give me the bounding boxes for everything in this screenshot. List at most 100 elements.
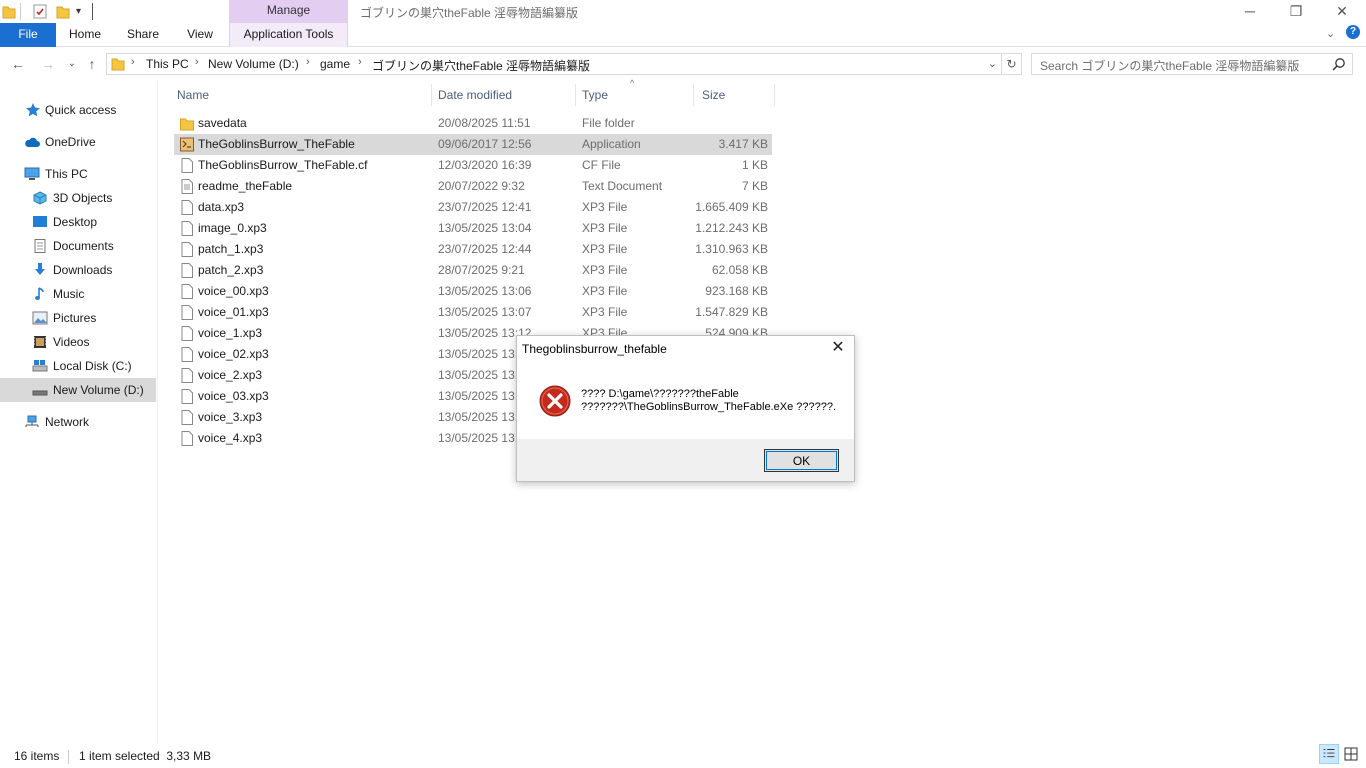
separator	[68, 750, 69, 764]
file-date: 23/07/2025 12:41	[438, 200, 532, 214]
file-date: 20/08/2025 11:51	[438, 116, 531, 130]
file-type: XP3 File	[582, 221, 628, 235]
tab-manage[interactable]: Manage	[229, 0, 348, 23]
sidebar-item-network[interactable]: Network	[0, 410, 156, 434]
file-type: XP3 File	[582, 284, 628, 298]
file-icon	[180, 389, 194, 404]
column-header-size[interactable]: Size	[698, 84, 775, 106]
file-row[interactable]: readme_theFable 20/07/2022 9:32 Text Docum…	[174, 176, 772, 197]
address-dropdown-icon[interactable]: ⌄	[988, 57, 997, 70]
drive-icon	[32, 360, 48, 372]
breadcrumb-game[interactable]: game	[320, 57, 350, 71]
window-title: ゴブリンの巣穴theFable 淫辱物語編纂版	[360, 6, 579, 20]
file-row[interactable]: patch_1.xp3 23/07/2025 12:44 XP3 File 1.310…	[174, 239, 772, 260]
sidebar-item-videos[interactable]: Videos	[0, 330, 156, 354]
recent-locations-icon[interactable]: ⌄	[62, 54, 82, 74]
document-icon	[34, 239, 46, 253]
search-box[interactable]: Search ゴブリンの巣穴theFable 淫辱物語編纂版	[1031, 53, 1353, 75]
tab-view[interactable]: View	[174, 23, 226, 47]
customize-toolbar-icon[interactable]: ▾	[76, 3, 86, 20]
sidebar-item-label: 3D Objects	[53, 191, 113, 205]
dialog-footer: OK	[517, 439, 854, 481]
sidebar-item-label: Quick access	[45, 103, 117, 117]
dialog-title: Thegoblinsburrow_thefable	[522, 342, 667, 356]
large-icons-view-icon[interactable]	[1341, 744, 1361, 764]
breadcrumb-current-folder[interactable]: ゴブリンの巣穴theFable 淫辱物語編纂版	[372, 57, 590, 74]
search-input[interactable]: Search ゴブリンの巣穴theFable 淫辱物語編纂版	[1040, 57, 1299, 74]
computer-icon	[24, 167, 40, 180]
column-header-name[interactable]: Name	[173, 84, 432, 106]
chevron-right-icon[interactable]: ›	[306, 56, 310, 68]
folder-icon	[2, 6, 16, 19]
sidebar-item-onedrive[interactable]: OneDrive	[0, 130, 156, 154]
drive-icon	[32, 390, 48, 396]
status-bar: 16 items 1 item selected 3,33 MB	[0, 746, 1366, 768]
file-row[interactable]: savedata 20/08/2025 11:51 File folder	[174, 113, 772, 134]
music-icon	[35, 287, 44, 300]
file-row[interactable]: patch_2.xp3 28/07/2025 9:21 XP3 File 62.058…	[174, 260, 772, 281]
file-size: 7 KB	[741, 179, 768, 193]
file-icon	[180, 431, 194, 446]
new-folder-icon[interactable]	[56, 3, 70, 20]
file-row[interactable]: TheGoblinsBurrow_TheFable 09/06/2017 12:5…	[174, 134, 772, 155]
forward-button[interactable]: →	[38, 54, 58, 74]
details-view-icon[interactable]	[1319, 744, 1339, 764]
file-date: 13/05/2025 13:07	[438, 305, 532, 319]
file-row[interactable]: voice_01.xp3 13/05/2025 13:07 XP3 File 1.54…	[174, 302, 772, 323]
file-icon	[180, 410, 194, 425]
chevron-right-icon[interactable]: ›	[131, 56, 135, 68]
close-window-button[interactable]: ✕	[1319, 0, 1365, 23]
chevron-right-icon[interactable]: ›	[358, 56, 362, 68]
file-size: 3.417 KB	[718, 137, 768, 151]
sidebar-item-label: Documents	[53, 239, 114, 253]
file-date: 13/05/2025 13:1	[438, 347, 525, 361]
back-button[interactable]: ←	[8, 54, 28, 74]
tab-file[interactable]: File	[0, 23, 56, 47]
ok-button[interactable]: OK	[764, 449, 839, 472]
file-name: savedata	[198, 116, 247, 130]
sidebar-item-pictures[interactable]: Pictures	[0, 306, 156, 330]
file-date: 12/03/2020 16:39	[438, 158, 532, 172]
file-name: voice_4.xp3	[198, 431, 263, 445]
minimize-button[interactable]: ─	[1227, 0, 1273, 23]
folder-icon	[111, 58, 125, 71]
sidebar-item-desktop[interactable]: Desktop	[0, 210, 156, 234]
file-name: voice_3.xp3	[198, 410, 263, 424]
breadcrumb-this-pc[interactable]: This PC	[146, 57, 189, 71]
up-button[interactable]: ↑	[82, 54, 102, 74]
sidebar-item-music[interactable]: Music	[0, 282, 156, 306]
sidebar-item-quick-access[interactable]: Quick access	[0, 98, 156, 122]
navigation-pane: Quick access OneDrive This PC 3D Objects…	[0, 82, 158, 742]
file-icon	[180, 221, 194, 236]
tab-home[interactable]: Home	[58, 23, 112, 47]
breadcrumb-new-volume[interactable]: New Volume (D:)	[208, 57, 299, 71]
expand-ribbon-icon[interactable]: ⌄	[1326, 27, 1335, 40]
network-icon	[25, 415, 39, 427]
file-row[interactable]: voice_00.xp3 13/05/2025 13:06 XP3 File 923.…	[174, 281, 772, 302]
column-header-date[interactable]: Date modified	[434, 84, 576, 106]
file-row[interactable]: data.xp3 23/07/2025 12:41 XP3 File 1.665.40…	[174, 197, 772, 218]
restore-button[interactable]: ❐	[1273, 0, 1319, 23]
app-icon	[180, 137, 194, 152]
refresh-button[interactable]: ↻	[1002, 53, 1022, 75]
chevron-right-icon[interactable]: ›	[195, 56, 199, 68]
search-icon[interactable]	[1332, 57, 1346, 71]
sidebar-item-documents[interactable]: Documents	[0, 234, 156, 258]
file-row[interactable]: TheGoblinsBurrow_TheFable.cf 12/03/2020 1…	[174, 155, 772, 176]
help-icon[interactable]: ?	[1346, 25, 1360, 39]
error-icon	[539, 385, 571, 417]
tab-share[interactable]: Share	[116, 23, 170, 47]
file-type: File folder	[582, 116, 635, 130]
sidebar-item-new-volume-d[interactable]: New Volume (D:)	[0, 378, 156, 402]
close-icon[interactable]: ✕	[830, 340, 846, 356]
sidebar-item-local-disk-c[interactable]: Local Disk (C:)	[0, 354, 156, 378]
file-date: 23/07/2025 12:44	[438, 242, 532, 256]
sidebar-item-this-pc[interactable]: This PC	[0, 162, 156, 186]
address-bar[interactable]: › This PC › New Volume (D:) › game › ゴブリ…	[106, 53, 1002, 75]
sidebar-item-3d-objects[interactable]: 3D Objects	[0, 186, 156, 210]
file-row[interactable]: image_0.xp3 13/05/2025 13:04 XP3 File 1.212…	[174, 218, 772, 239]
column-header-type[interactable]: Type	[578, 84, 694, 106]
sidebar-item-downloads[interactable]: Downloads	[0, 258, 156, 282]
properties-icon[interactable]	[32, 3, 48, 20]
tab-application-tools[interactable]: Application Tools	[229, 23, 348, 47]
